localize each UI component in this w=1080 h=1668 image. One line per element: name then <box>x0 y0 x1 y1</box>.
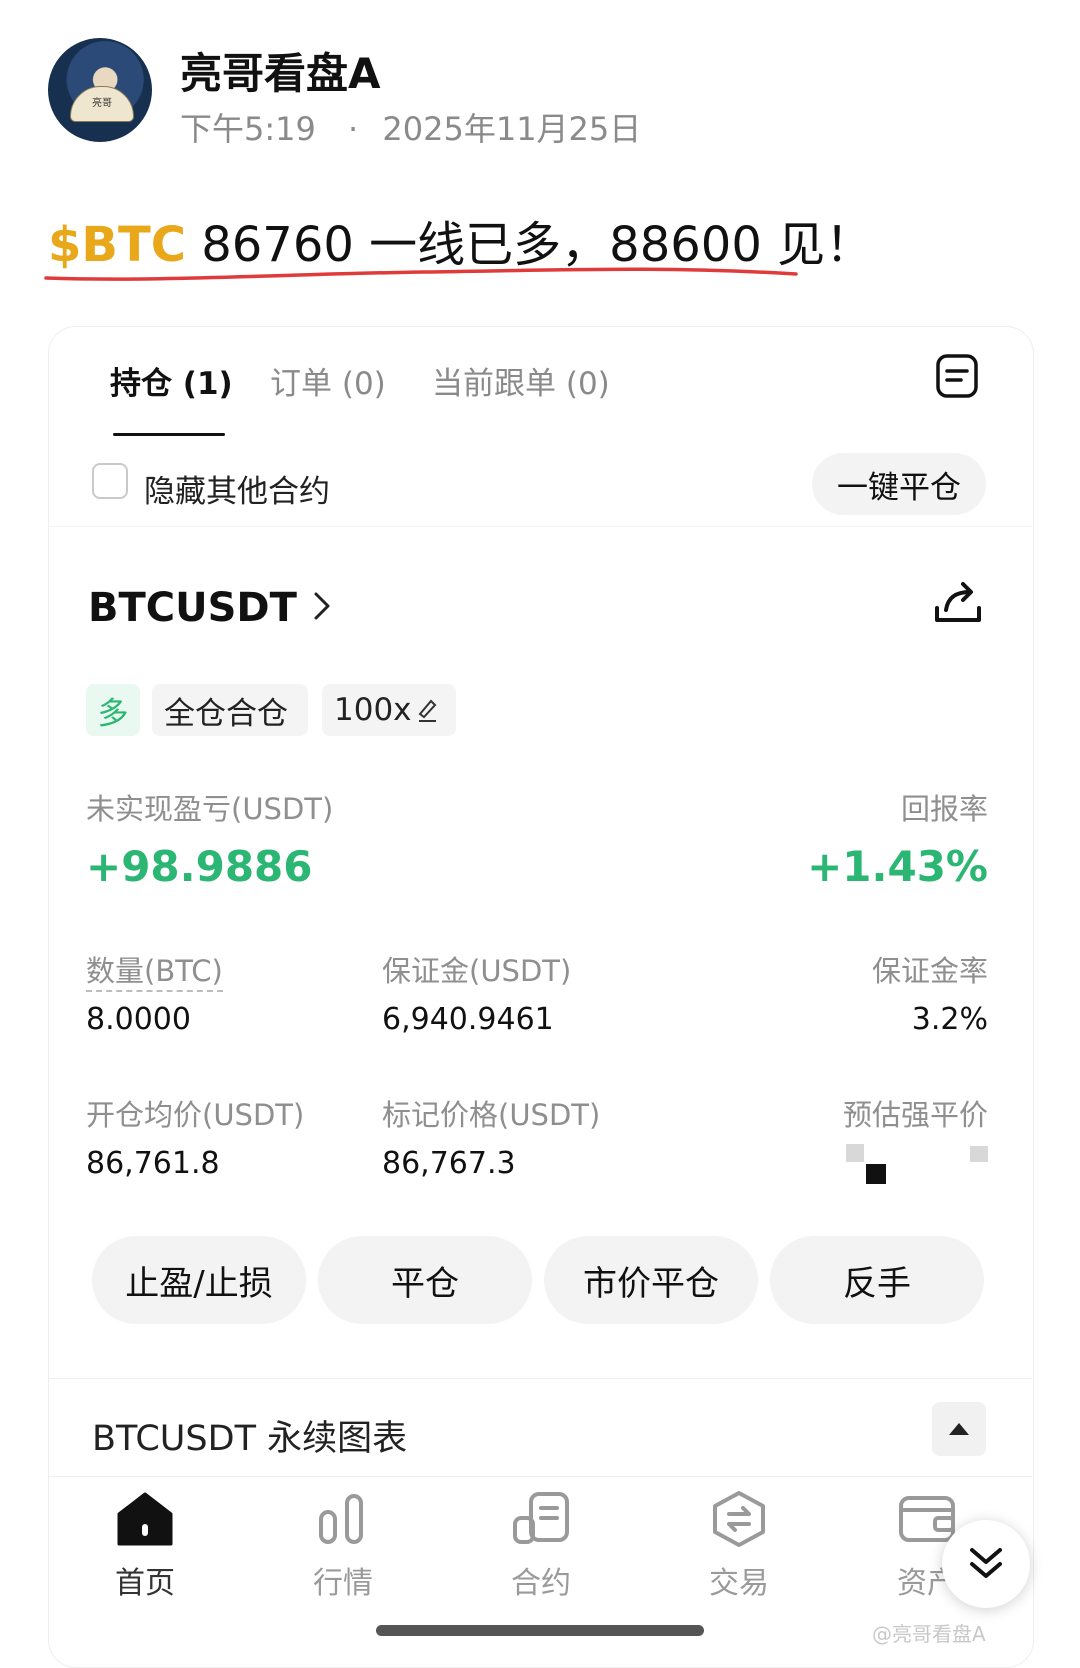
market-close-button[interactable]: 市价平仓 <box>544 1236 758 1324</box>
meta-separator: · <box>348 110 359 148</box>
post-meta: 下午5:19 · 2025年11月25日 <box>180 104 641 150</box>
liquidation-price-label: 预估强平价 <box>842 1098 988 1132</box>
position-card <box>48 326 1034 1668</box>
chevron-right-icon[interactable] <box>312 590 332 622</box>
margin-label: 保证金(USDT) <box>382 954 572 988</box>
market-icon <box>319 1494 363 1544</box>
nav-trade-label: 交易 <box>709 1566 769 1601</box>
margin-ratio-value: 3.2% <box>911 1002 988 1037</box>
margin-ratio-label: 保证金率 <box>871 954 988 988</box>
nav-market-label: 行情 <box>313 1566 373 1601</box>
share-icon[interactable] <box>932 576 984 628</box>
divider <box>48 526 1032 527</box>
tag-leverage[interactable]: 100x <box>322 684 456 736</box>
avatar[interactable]: 亮哥 <box>48 38 152 142</box>
entry-price-label: 开仓均价(USDT) <box>86 1098 305 1132</box>
nav-market[interactable]: 行情 <box>278 1490 408 1602</box>
quantity-value: 8.0000 <box>86 1002 191 1037</box>
collapse-button[interactable] <box>932 1402 986 1456</box>
post-time: 下午5:19 <box>180 110 316 148</box>
double-chevron-down-icon <box>970 1548 1002 1578</box>
hide-other-contracts-checkbox[interactable] <box>92 463 128 499</box>
nav-divider <box>48 1476 1032 1477</box>
close-all-button[interactable]: 一键平仓 <box>812 453 986 515</box>
entry-price-value: 86,761.8 <box>86 1146 220 1181</box>
quantity-label-text: 数量(BTC) <box>86 954 223 992</box>
divider <box>48 1378 1032 1379</box>
contract-icon <box>513 1492 569 1544</box>
home-indicator[interactable] <box>376 1625 704 1636</box>
roe-label: 回报率 <box>900 792 988 826</box>
hide-other-contracts-label[interactable]: 隐藏其他合约 <box>144 466 330 511</box>
margin-value: 6,940.9461 <box>382 1002 554 1037</box>
leverage-value: 100x <box>334 692 412 728</box>
tag-long: 多 <box>86 684 140 736</box>
caret-up-icon <box>949 1423 969 1435</box>
nav-contract-label: 合约 <box>511 1566 571 1601</box>
nav-home[interactable]: 首页 <box>80 1490 210 1602</box>
tab-positions[interactable]: 持仓 (1) <box>110 358 233 403</box>
post-date: 2025年11月25日 <box>382 110 642 148</box>
unrealized-pnl-label: 未实现盈亏(USDT) <box>86 792 334 826</box>
quantity-label[interactable]: 数量(BTC) <box>86 948 223 992</box>
active-tab-indicator <box>113 433 225 436</box>
edit-pencil-icon <box>418 699 436 722</box>
position-symbol[interactable]: BTCUSDT <box>88 585 297 631</box>
mark-price-value: 86,767.3 <box>382 1146 516 1181</box>
mark-price-label: 标记价格(USDT) <box>382 1098 601 1132</box>
trade-icon <box>713 1491 765 1547</box>
nav-trade[interactable]: 交易 <box>674 1490 804 1602</box>
nav-contract[interactable]: 合约 <box>476 1490 606 1602</box>
tab-orders[interactable]: 订单 (0) <box>270 358 386 403</box>
home-icon <box>117 1492 173 1546</box>
tp-sl-button[interactable]: 止盈/止损 <box>92 1236 306 1324</box>
reverse-position-button[interactable]: 反手 <box>770 1236 984 1324</box>
watermark: @亮哥看盘A <box>872 1622 986 1646</box>
close-position-button[interactable]: 平仓 <box>318 1236 532 1324</box>
chart-section-title[interactable]: BTCUSDT 永续图表 <box>92 1410 407 1461</box>
unrealized-pnl-value: +98.9886 <box>86 842 313 891</box>
roe-value: +1.43% <box>807 842 988 891</box>
liquidation-price-masked <box>846 1144 988 1188</box>
tag-margin-mode: 全仓合仓 <box>152 684 308 736</box>
nav-home-label: 首页 <box>115 1566 175 1601</box>
tab-copy-trades[interactable]: 当前跟单 (0) <box>432 358 610 403</box>
document-list-icon[interactable] <box>934 352 980 400</box>
author-name[interactable]: 亮哥看盘A <box>180 40 381 101</box>
avatar-fan-text: 亮哥 <box>92 98 112 109</box>
red-underline-annotation <box>44 267 798 281</box>
scroll-down-button[interactable] <box>942 1520 1030 1608</box>
